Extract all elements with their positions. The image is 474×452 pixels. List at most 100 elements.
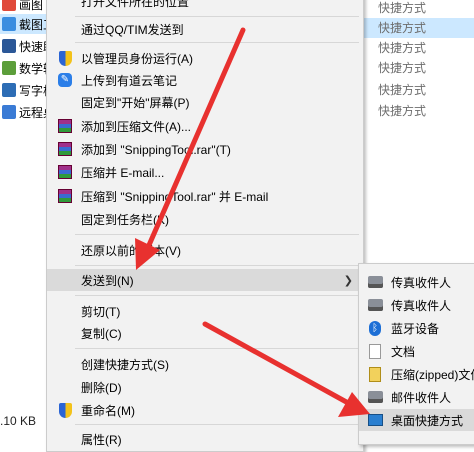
menu-item-label: 删除(D) <box>81 380 122 395</box>
submenu-item-label: 传真收件人 <box>391 298 452 313</box>
menu-item-cut[interactable]: 剪切(T) <box>47 300 363 322</box>
menu-item-compress-email[interactable]: 压缩并 E-mail... <box>47 161 363 183</box>
remote-desktop-icon <box>2 105 16 119</box>
file-type-cell: 快捷方式 <box>378 41 427 55</box>
mail-icon <box>367 389 383 405</box>
menu-item-run-as-admin[interactable]: 以管理员身份运行(A) <box>47 47 363 69</box>
file-item-math-input[interactable]: 数学输 <box>0 58 48 78</box>
uac-shield-icon <box>57 402 73 418</box>
file-type-cell: 快捷方式 <box>378 1 427 15</box>
status-bar-size: .10 KB <box>0 414 37 428</box>
menu-item-add-to-rar[interactable]: 添加到 "SnippingTool.rar"(T) <box>47 138 363 160</box>
snipping-tool-icon <box>2 17 16 31</box>
menu-item-label: 剪切(T) <box>81 304 121 319</box>
fax-icon <box>367 274 383 290</box>
menu-item-rename[interactable]: 重命名(M) <box>47 399 363 421</box>
file-type-cell: 快捷方式 <box>362 18 474 38</box>
submenu-item-documents[interactable]: 文档 <box>359 340 474 362</box>
menu-item-label: 固定到"开始"屏幕(P) <box>81 95 190 110</box>
math-input-icon <box>2 61 16 75</box>
menu-separator <box>75 348 359 349</box>
submenu-item-label: 压缩(zipped)文件夹 <box>391 367 474 382</box>
menu-item-open-file-location[interactable]: 打开文件所在的位置 <box>47 0 363 12</box>
submenu-item-label: 邮件收件人 <box>391 390 452 405</box>
menu-item-add-to-archive[interactable]: 添加到压缩文件(A)... <box>47 115 363 137</box>
menu-item-label: 添加到压缩文件(A)... <box>81 119 191 134</box>
menu-separator <box>75 265 359 266</box>
submenu-item-label: 传真收件人 <box>391 275 452 290</box>
quick-assist-icon <box>2 39 16 53</box>
menu-item-restore-previous-versions[interactable]: 还原以前的版本(V) <box>47 239 363 261</box>
document-icon <box>367 343 383 359</box>
file-type-cell: 快捷方式 <box>378 83 427 97</box>
menu-item-label: 压缩并 E-mail... <box>81 165 165 180</box>
submenu-item-mail-recipient[interactable]: 邮件收件人 <box>359 386 474 408</box>
submenu-item-desktop-shortcut[interactable]: 桌面快捷方式 <box>359 409 474 431</box>
menu-item-label: 添加到 "SnippingTool.rar"(T) <box>81 142 231 157</box>
winrar-icon <box>57 188 73 204</box>
menu-item-send-to[interactable]: 发送到(N) ❯ <box>47 269 363 291</box>
menu-separator <box>75 234 359 235</box>
menu-item-label: 压缩到 "SnippingTool.rar" 并 E-mail <box>81 189 269 204</box>
menu-item-label: 以管理员身份运行(A) <box>81 51 193 66</box>
file-item-remote-desktop[interactable]: 远程桌 <box>0 102 48 122</box>
menu-item-send-via-qq[interactable]: 通过QQ/TIM发送到 <box>47 18 363 40</box>
menu-item-label: 通过QQ/TIM发送到 <box>81 22 184 37</box>
menu-separator <box>75 42 359 43</box>
context-menu: 打开文件所在的位置 通过QQ/TIM发送到 以管理员身份运行(A) ✎ 上传到有… <box>46 0 364 452</box>
menu-item-label: 创建快捷方式(S) <box>81 357 169 372</box>
file-item-label: 快速助 <box>19 39 48 54</box>
menu-item-create-shortcut[interactable]: 创建快捷方式(S) <box>47 353 363 375</box>
submenu-item-label: 桌面快捷方式 <box>391 413 464 428</box>
submenu-item-fax-recipient[interactable]: 传真收件人 <box>359 271 474 293</box>
submenu-item-label: 文档 <box>391 344 416 359</box>
winrar-icon <box>57 118 73 134</box>
file-type-cell: 快捷方式 <box>378 104 427 118</box>
menu-item-label: 上传到有道云笔记 <box>81 73 178 88</box>
wordpad-icon <box>2 83 16 97</box>
submenu-item-zip-folder[interactable]: 压缩(zipped)文件夹 <box>359 363 474 385</box>
file-item-snipping-tool[interactable]: 截图工 <box>0 14 48 34</box>
menu-item-label: 重命名(M) <box>81 403 135 418</box>
winrar-icon <box>57 141 73 157</box>
menu-item-pin-to-taskbar[interactable]: 固定到任务栏(K) <box>47 208 363 230</box>
menu-item-label: 还原以前的版本(V) <box>81 243 181 258</box>
menu-item-copy[interactable]: 复制(C) <box>47 322 363 344</box>
menu-item-delete[interactable]: 删除(D) <box>47 376 363 398</box>
submenu-arrow-icon: ❯ <box>343 274 353 287</box>
fax-icon <box>367 297 383 313</box>
paint-app-icon <box>2 0 16 11</box>
desktop-icon <box>367 412 383 428</box>
file-item-label: 画图 <box>19 0 44 12</box>
file-item-paint[interactable]: 画图 <box>0 0 48 14</box>
menu-item-upload-youdao[interactable]: ✎ 上传到有道云笔记 <box>47 69 363 91</box>
explorer-file-list: 画图 截图工 快速助 数学输 写字板 远程桌 .10 KB <box>0 0 48 435</box>
zip-folder-icon <box>367 366 383 382</box>
menu-separator <box>75 424 359 425</box>
winrar-icon <box>57 164 73 180</box>
menu-item-label: 固定到任务栏(K) <box>81 212 169 227</box>
menu-item-properties[interactable]: 属性(R) <box>47 428 363 450</box>
file-type-column: 快捷方式 快捷方式 快捷方式 快捷方式 快捷方式 快捷方式 <box>362 0 474 130</box>
file-item-label: 截图工 <box>19 17 48 32</box>
menu-item-compress-rar-email[interactable]: 压缩到 "SnippingTool.rar" 并 E-mail <box>47 185 363 207</box>
uac-shield-icon <box>57 50 73 66</box>
bluetooth-icon: ᛒ <box>367 320 383 336</box>
menu-item-label: 打开文件所在的位置 <box>81 0 190 9</box>
file-item-label: 数学输 <box>19 61 48 76</box>
file-item-label: 写字板 <box>19 83 48 98</box>
menu-item-label: 发送到(N) <box>81 273 134 288</box>
file-item-wordpad[interactable]: 写字板 <box>0 80 48 100</box>
file-item-quick-assist[interactable]: 快速助 <box>0 36 48 56</box>
youdao-note-icon: ✎ <box>57 72 73 88</box>
menu-item-pin-to-start[interactable]: 固定到"开始"屏幕(P) <box>47 91 363 113</box>
file-type-cell: 快捷方式 <box>378 61 427 75</box>
menu-separator <box>75 16 359 17</box>
file-item-label: 远程桌 <box>19 105 48 120</box>
menu-item-label: 属性(R) <box>81 432 122 447</box>
submenu-item-fax-recipient[interactable]: 传真收件人 <box>359 294 474 316</box>
menu-separator <box>75 295 359 296</box>
submenu-item-label: 蓝牙设备 <box>391 321 440 336</box>
send-to-submenu: 传真收件人 传真收件人 ᛒ 蓝牙设备 文档 压缩(zipped)文件夹 邮件收件… <box>358 263 474 445</box>
submenu-item-bluetooth[interactable]: ᛒ 蓝牙设备 <box>359 317 474 339</box>
